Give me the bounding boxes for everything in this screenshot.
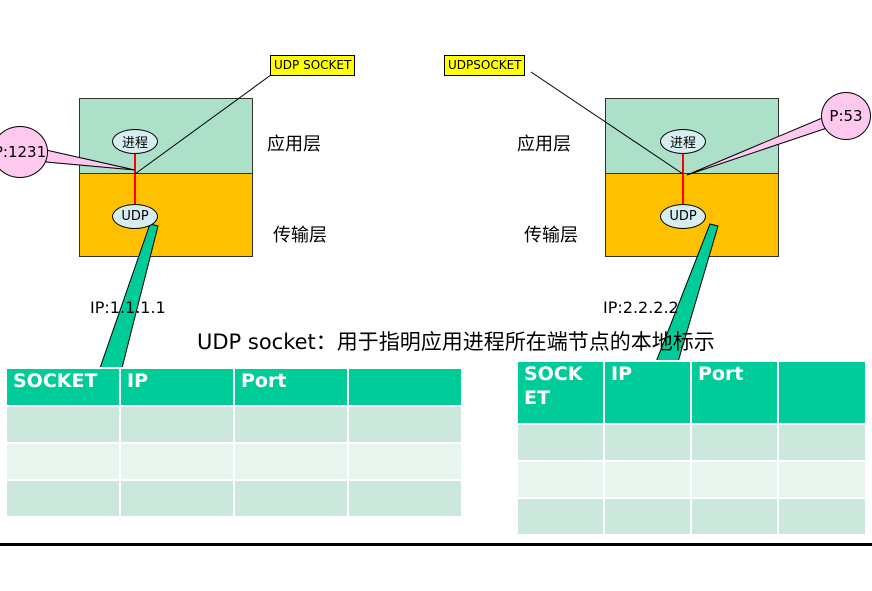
table-cell: [516, 423, 605, 462]
right-port-label: P:53: [829, 107, 863, 125]
table-cell: [690, 423, 779, 462]
table-header-row: SOCK ET IP Port: [516, 360, 867, 425]
table-row: [516, 497, 867, 536]
table-row: [5, 479, 463, 518]
column-header: [347, 367, 463, 407]
table-cell: [777, 423, 867, 462]
left-application-layer-label: 应用层: [267, 134, 321, 155]
right-port-bubble: P:53: [821, 92, 871, 140]
table-cell: [603, 460, 692, 499]
right-socket-table: SOCK ET IP Port: [516, 360, 867, 536]
right-udp-socket-tag: UDPSOCKET: [444, 55, 526, 76]
left-port-label: P:1231: [0, 143, 47, 161]
table-row: [516, 423, 867, 462]
column-header: [777, 360, 867, 425]
column-header: SOCKET: [5, 367, 121, 407]
right-udp-oval: UDP: [660, 204, 706, 229]
column-header: Port: [690, 360, 779, 425]
table-cell: [690, 460, 779, 499]
table-cell: [777, 497, 867, 536]
table-row: [5, 442, 463, 481]
table-header-row: SOCKET IP Port: [5, 367, 463, 407]
right-transport-layer-label: 传输层: [524, 225, 578, 246]
table-cell: [777, 460, 867, 499]
table-cell: [233, 442, 349, 481]
left-ip-label: IP:1.1.1.1: [90, 298, 166, 317]
left-socket-pointer-line: [134, 71, 276, 175]
right-process-oval: 进程: [660, 129, 706, 154]
table-cell: [119, 405, 235, 444]
left-udp-label: UDP: [121, 209, 149, 224]
left-udp-oval: UDP: [112, 204, 158, 229]
table-cell: [347, 442, 463, 481]
column-header: SOCK ET: [516, 360, 605, 425]
table-cell: [5, 442, 121, 481]
table-row: [5, 405, 463, 444]
right-port-callout-wedge: [686, 115, 828, 176]
table-cell: [119, 479, 235, 518]
column-header: IP: [119, 367, 235, 407]
left-transport-layer-label: 传输层: [273, 225, 327, 246]
table-cell: [347, 405, 463, 444]
column-header: IP: [603, 360, 692, 425]
table-cell: [5, 479, 121, 518]
left-port-callout-wedge: [45, 149, 136, 171]
column-header: Port: [233, 367, 349, 407]
left-socket-table: SOCKET IP Port: [5, 367, 463, 518]
bottom-divider: [0, 543, 872, 546]
table-cell: [347, 479, 463, 518]
right-socket-pointer-line: [530, 71, 684, 175]
table-cell: [119, 442, 235, 481]
table-cell: [603, 423, 692, 462]
left-process-oval: 进程: [112, 129, 158, 154]
table-cell: [5, 405, 121, 444]
table-cell: [603, 497, 692, 536]
table-row: [516, 460, 867, 499]
table-cell: [516, 460, 605, 499]
table-cell: [690, 497, 779, 536]
right-process-label: 进程: [669, 136, 696, 151]
udp-socket-caption: UDP socket：用于指明应用进程所在端节点的本地标示: [197, 330, 715, 354]
left-udp-socket-tag: UDP SOCKET: [270, 55, 356, 76]
right-application-layer-label: 应用层: [517, 134, 571, 155]
right-udp-label: UDP: [669, 209, 697, 224]
table-cell: [233, 479, 349, 518]
left-table-callout-wedge: [99, 223, 159, 369]
left-process-label: 进程: [121, 136, 148, 151]
right-ip-label: IP:2.2.2.2: [603, 298, 679, 317]
table-cell: [516, 497, 605, 536]
table-cell: [233, 405, 349, 444]
